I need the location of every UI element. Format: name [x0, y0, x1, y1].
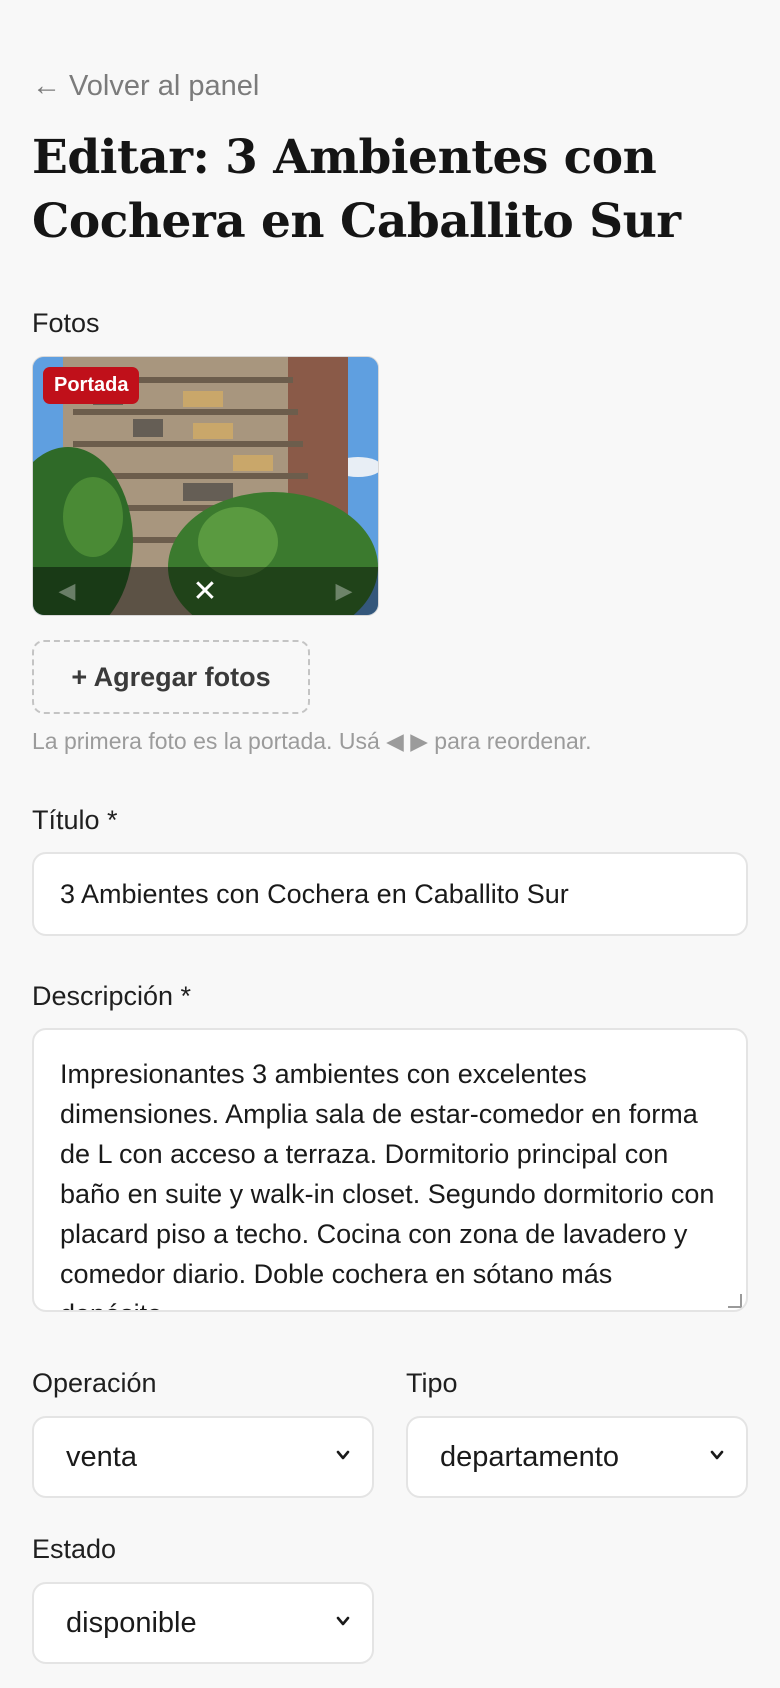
- add-photos-button[interactable]: + Agregar fotos: [32, 640, 310, 714]
- photos-hint: La primera foto es la portada. Usá ◀ ▶ p…: [32, 728, 592, 754]
- chevron-down-icon: [336, 1450, 350, 1460]
- title-input[interactable]: 3 Ambientes con Cochera en Caballito Sur: [32, 852, 748, 936]
- type-selected-value: departamento: [440, 1441, 619, 1473]
- chevron-down-icon: [710, 1450, 724, 1460]
- photo-thumbnail[interactable]: Portada ◀ ✕ ▶: [32, 356, 379, 616]
- page-title: Editar: 3 Ambientes con Cochera en Cabal…: [32, 130, 681, 249]
- status-field-label: Estado: [32, 1534, 117, 1564]
- cover-badge: Portada: [43, 367, 140, 404]
- operation-select[interactable]: venta: [32, 1416, 374, 1498]
- type-field-label: Tipo: [406, 1368, 458, 1398]
- title-field-label: Título *: [32, 805, 118, 835]
- status-selected-value: disponible: [66, 1607, 197, 1639]
- move-right-icon[interactable]: ▶: [320, 567, 368, 615]
- photo-controls-bar: ◀ ✕ ▶: [33, 567, 378, 615]
- operation-selected-value: venta: [66, 1441, 137, 1473]
- photos-section-label: Fotos: [32, 308, 100, 338]
- type-select[interactable]: departamento: [406, 1416, 748, 1498]
- move-left-icon[interactable]: ◀: [43, 567, 91, 615]
- edit-property-page: ← Volver al panel Editar: 3 Ambientes co…: [0, 0, 780, 1688]
- status-select[interactable]: disponible: [32, 1582, 374, 1664]
- operation-field-label: Operación: [32, 1368, 157, 1398]
- resize-handle-icon[interactable]: [728, 1294, 742, 1308]
- close-icon[interactable]: ✕: [181, 567, 229, 615]
- chevron-down-icon: [336, 1616, 350, 1626]
- back-to-panel-link[interactable]: ← Volver al panel: [32, 70, 259, 103]
- description-text: Impresionantes 3 ambientes con excelente…: [60, 1059, 715, 1310]
- description-field-label: Descripción *: [32, 981, 192, 1011]
- description-textarea[interactable]: Impresionantes 3 ambientes con excelente…: [32, 1028, 748, 1312]
